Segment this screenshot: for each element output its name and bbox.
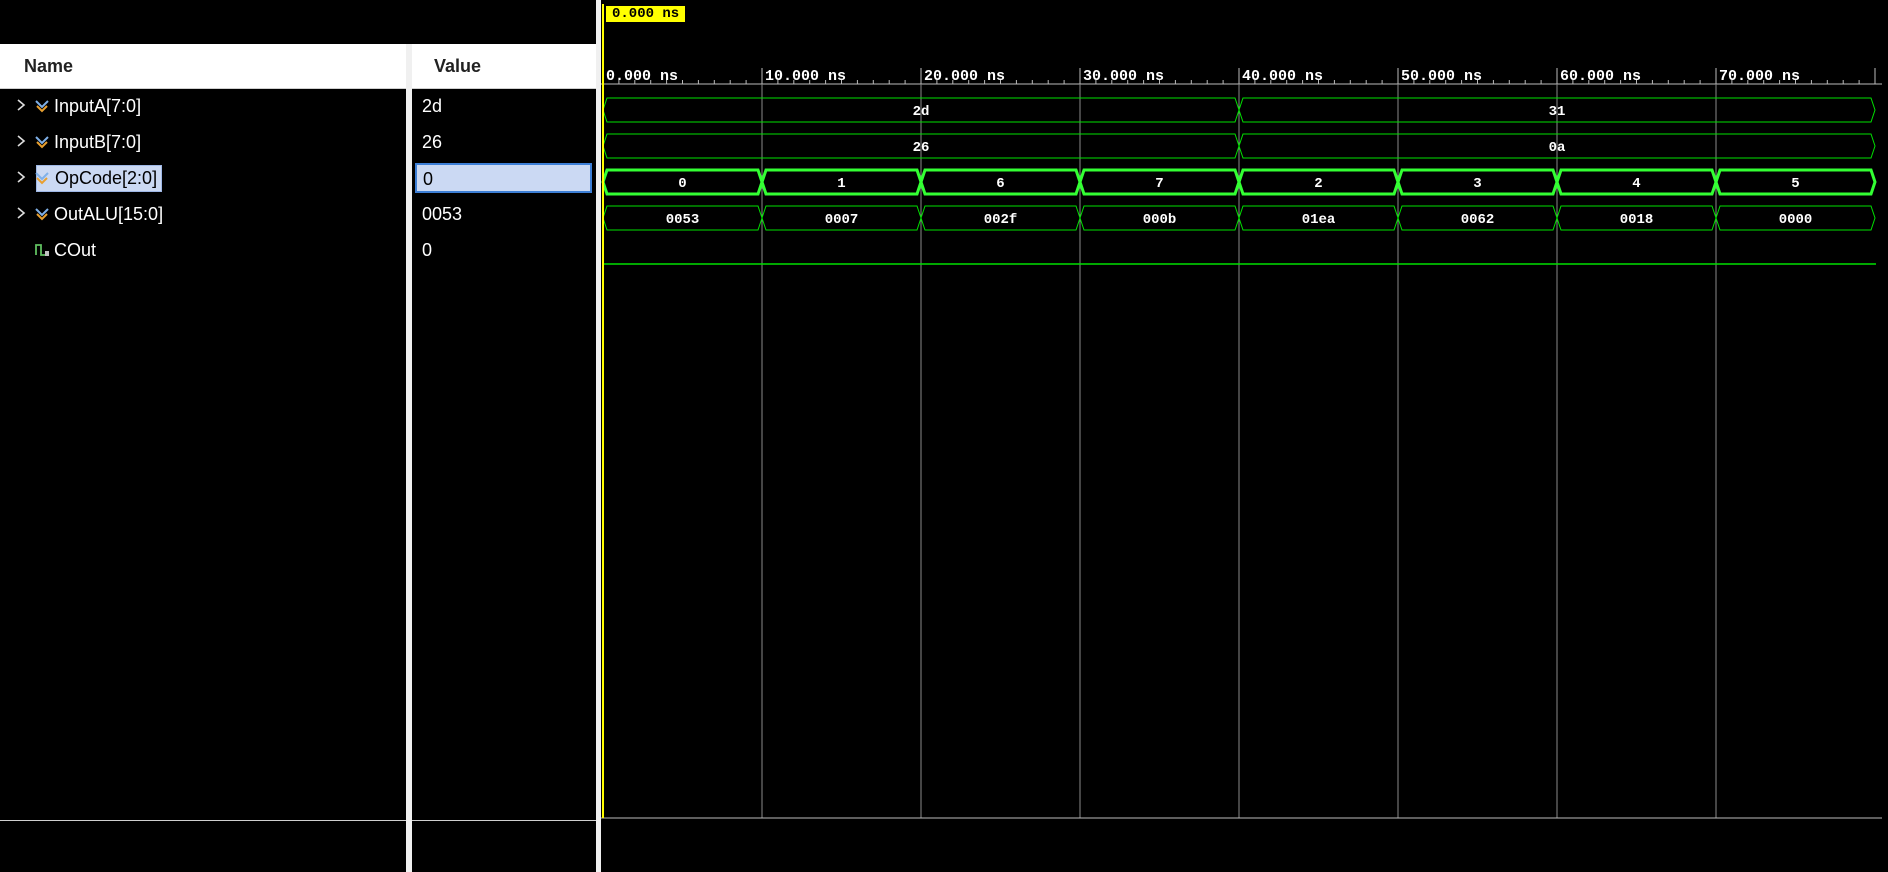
bus-value-label: 2 bbox=[1314, 176, 1322, 192]
ruler-tick-label: 20.000 ns bbox=[924, 68, 1005, 85]
bit-signal-icon bbox=[34, 242, 50, 258]
bus-value-label: 0018 bbox=[1620, 212, 1654, 228]
signal-row[interactable]: COut bbox=[0, 233, 406, 269]
bus-value-label: 0 bbox=[678, 176, 686, 192]
bus-value-label: 1 bbox=[837, 176, 845, 192]
cursor-time-label[interactable]: 0.000 ns bbox=[606, 6, 686, 22]
bus-signal-icon bbox=[34, 134, 50, 150]
bus-value-label: 31 bbox=[1549, 104, 1566, 120]
bus-value-label: 6 bbox=[996, 176, 1004, 192]
bus-value-label: 5 bbox=[1791, 176, 1799, 192]
ruler-tick-label: 0.000 ns bbox=[606, 68, 678, 85]
ruler-tick-label: 60.000 ns bbox=[1560, 68, 1641, 85]
signal-value: 0053 bbox=[422, 204, 463, 224]
signal-name[interactable]: OpCode[2:0] bbox=[36, 165, 163, 192]
signal-value-row[interactable]: 26 bbox=[412, 125, 596, 161]
signal-row[interactable]: InputB[7:0] bbox=[0, 125, 406, 161]
ruler-tick-label: 40.000 ns bbox=[1242, 68, 1323, 85]
ruler-tick-label: 50.000 ns bbox=[1401, 68, 1482, 85]
signal-value-row[interactable]: 0 bbox=[412, 161, 596, 197]
bus-value-label: 0053 bbox=[666, 212, 700, 228]
name-column-header[interactable]: Name bbox=[0, 44, 406, 89]
signal-value: 0 bbox=[423, 169, 434, 189]
chevron-right-icon[interactable] bbox=[14, 134, 28, 148]
signal-row[interactable]: OutALU[15:0] bbox=[0, 197, 406, 233]
signal-value: 2d bbox=[422, 96, 443, 116]
signal-value-row[interactable]: 0 bbox=[412, 233, 596, 269]
ruler-tick-label: 10.000 ns bbox=[765, 68, 846, 85]
bus-value-label: 2d bbox=[913, 104, 930, 120]
value-column-header[interactable]: Value bbox=[412, 44, 596, 89]
signal-name[interactable]: OutALU[15:0] bbox=[54, 204, 163, 225]
signal-name[interactable]: COut bbox=[54, 240, 96, 261]
chevron-right-icon[interactable] bbox=[14, 206, 28, 220]
chevron-right-icon[interactable] bbox=[14, 98, 28, 112]
bus-value-label: 7 bbox=[1155, 176, 1163, 192]
ruler-tick-label: 70.000 ns bbox=[1719, 68, 1800, 85]
bus-value-label: 0000 bbox=[1779, 212, 1813, 228]
signal-value: 26 bbox=[422, 132, 443, 152]
bus-value-label: 4 bbox=[1632, 176, 1640, 192]
bus-value-label: 26 bbox=[913, 140, 930, 156]
signal-value-row[interactable]: 2d bbox=[412, 89, 596, 125]
signal-value: 0 bbox=[422, 240, 433, 260]
ruler-tick-label: 30.000 ns bbox=[1083, 68, 1164, 85]
footer-divider bbox=[0, 820, 406, 821]
bus-value-label: 002f bbox=[984, 212, 1018, 228]
signal-row[interactable]: OpCode[2:0] bbox=[0, 161, 406, 197]
bus-value-label: 000b bbox=[1143, 212, 1177, 228]
bus-value-label: 0007 bbox=[825, 212, 859, 228]
signal-name[interactable]: InputB[7:0] bbox=[54, 132, 141, 153]
bus-value-label: 3 bbox=[1473, 176, 1481, 192]
selected-value-cell[interactable]: 0 bbox=[415, 163, 592, 193]
name-header-label: Name bbox=[24, 56, 74, 76]
chevron-right-icon[interactable] bbox=[14, 170, 28, 184]
footer-divider bbox=[412, 820, 596, 821]
signal-row[interactable]: InputA[7:0] bbox=[0, 89, 406, 125]
signal-name[interactable]: InputA[7:0] bbox=[54, 96, 141, 117]
bus-signal-icon bbox=[34, 206, 50, 222]
value-header-label: Value bbox=[434, 56, 482, 76]
signal-value-row[interactable]: 0053 bbox=[412, 197, 596, 233]
bus-signal-icon bbox=[34, 98, 50, 114]
bus-value-label: 0a bbox=[1549, 140, 1566, 156]
bus-value-label: 01ea bbox=[1302, 212, 1336, 228]
bus-signal-icon bbox=[34, 170, 50, 186]
waveform-viewer[interactable]: 0.000 ns 10.000 ns 20.000 ns 30.000 ns 40.00… bbox=[601, 4, 1882, 868]
bus-value-label: 0062 bbox=[1461, 212, 1495, 228]
